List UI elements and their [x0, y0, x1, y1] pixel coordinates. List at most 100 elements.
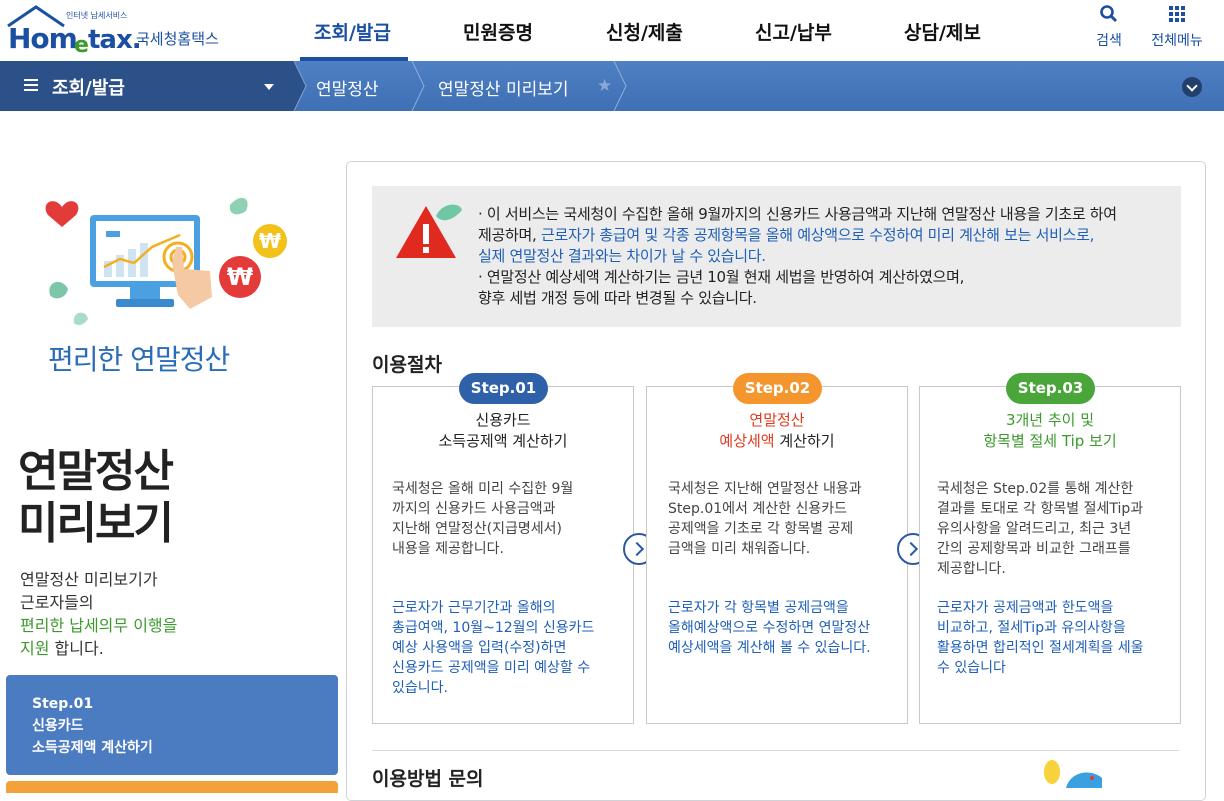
logo-small-text: 인터넷 납세서비스: [66, 10, 127, 20]
step-note-line: 비교하고, 절세Tip과 유의사항을: [937, 620, 1126, 636]
step02-link-button[interactable]: [6, 781, 338, 793]
desc-line: 연말정산 미리보기가: [20, 570, 158, 589]
step-note-line: 있습니다.: [392, 680, 448, 696]
step-title-line: 계산하기: [774, 432, 835, 450]
step03-note: 근로자가 공제금액과 한도액을 비교하고, 절세Tip과 유의사항을 활용하면 …: [937, 598, 1159, 678]
monitor-illustration: ₩ ₩: [45, 197, 287, 326]
top-header: 인터넷 납세서비스 Hom e tax. 국세청홈택스 조회/발급 민원증명 신…: [0, 0, 1224, 61]
nav-report-payment[interactable]: 신고/납부: [755, 18, 832, 45]
step-note-line: 예상 사용액을 입력(수정)하면: [392, 640, 567, 656]
step-body-line: Step.01에서 계산한 신용카드: [668, 501, 847, 517]
step-body-line: 제공합니다.: [937, 561, 1006, 577]
section-divider: [372, 750, 1179, 751]
svg-text:tax.: tax.: [88, 25, 141, 55]
step-button-line: 소득공제액 계산하기: [32, 740, 153, 756]
breadcrumb-separator-icon: [411, 61, 425, 111]
grid-menu-icon: [1169, 6, 1185, 22]
step-body-line: 공제액을 기초로 각 항목별 공제: [668, 521, 854, 537]
warning-icon: [396, 204, 462, 258]
desc-line: 합니다.: [49, 639, 104, 658]
step-note-line: 근로자가 각 항목별 공제금액을: [668, 600, 849, 616]
notice-line: 향후 세법 개정 등에 따라 변경될 수 있습니다.: [478, 289, 757, 307]
step-body-line: 내용을 제공합니다.: [392, 541, 504, 557]
step-body-line: 까지의 신용카드 사용금액과: [392, 501, 556, 517]
page-title: 연말정산 미리보기: [18, 446, 174, 550]
step-note-line: 근로자가 근무기간과 올해의: [392, 600, 556, 616]
step-title-line-highlight: 연말정산: [749, 411, 805, 429]
notice-line-highlight: 근로자가 총급여 및 각종 공제항목을 올해 예상액으로 수정하여 미리 계산해…: [540, 226, 1095, 244]
step01-note: 근로자가 근무기간과 올해의 총급여액, 10월~12월의 신용카드 예상 사용…: [392, 598, 608, 698]
step-note-line: 활용하면 합리적인 절세계획을 세울: [937, 640, 1144, 656]
step-note-line: 올해예상액으로 수정하면 연말정산: [668, 620, 871, 636]
nav-application[interactable]: 신청/제출: [606, 18, 683, 45]
location-menu-label: 조회/발급: [52, 78, 125, 99]
step-note-line: 근로자가 공제금액과 한도액을: [937, 600, 1114, 616]
step01-body: 국세청은 올해 미리 수집한 9월 까지의 신용카드 사용금액과 지난해 연말정…: [392, 479, 608, 559]
inquiry-illustration: [1044, 760, 1102, 788]
step-title-line-highlight: 항목별 절세 Tip 보기: [983, 432, 1117, 450]
location-menu-dropdown[interactable]: 조회/발급: [0, 61, 292, 111]
logo-name: 국세청홈택스: [136, 30, 219, 48]
location-bar: 조회/발급 연말정산 연말정산 미리보기 ★: [0, 61, 1224, 111]
step-title-line: 소득공제액 계산하기: [438, 432, 568, 450]
notice-line: · 연말정산 예상세액 계산하기는 금년 10월 현재 세법을 반영하여 계산하…: [478, 268, 965, 286]
search-icon: [1100, 5, 1118, 23]
step-body-line: 간의 공제항목과 비교한 그래프를: [937, 541, 1131, 557]
all-menu-label: 전체메뉴: [1151, 33, 1203, 49]
step-body-line: 국세청은 올해 미리 수집한 9월: [392, 481, 574, 497]
breadcrumb-year-end-settlement[interactable]: 연말정산: [316, 75, 379, 100]
step-button-line: 신용카드: [32, 718, 84, 734]
breadcrumb-separator-icon: [613, 61, 627, 111]
left-heading: 편리한 연말정산: [48, 343, 230, 376]
step03-badge: Step.03: [1006, 373, 1095, 404]
step01-title: 신용카드 소득공제액 계산하기: [372, 410, 634, 452]
step-note-line: 수 있습니다: [937, 660, 1006, 676]
step-note-line: 예상세액을 계산해 볼 수 있습니다.: [668, 640, 871, 656]
desc-line-highlight: 편리한 납세의무 이행을: [20, 616, 178, 635]
step-body-line: 지난해 연말정산(지급명세서): [392, 521, 562, 537]
hometax-logo[interactable]: 인터넷 납세서비스 Hom e tax. 국세청홈택스: [6, 4, 236, 56]
desc-line: 근로자들의: [20, 593, 94, 612]
step02-body: 국세청은 지난해 연말정산 내용과 Step.01에서 계산한 신용카드 공제액…: [668, 479, 880, 559]
step01-link-button[interactable]: Step.01 신용카드 소득공제액 계산하기: [6, 675, 338, 775]
step01-badge: Step.01: [459, 373, 548, 404]
notice-line: 제공하며,: [478, 226, 541, 244]
svg-text:₩: ₩: [227, 263, 254, 291]
step-body-line: 결과를 토대로 각 항목별 절세Tip과: [937, 501, 1144, 517]
step-body-line: 국세청은 지난해 연말정산 내용과: [668, 481, 862, 497]
inquiry-title: 이용방법 문의: [372, 768, 484, 790]
notice-line: · 이 서비스는 국세청이 수집한 올해 9월까지의 신용카드 사용금액과 지난…: [478, 205, 1117, 223]
step-title-line-highlight: 3개년 추이 및: [1005, 411, 1095, 429]
notice-line-highlight: 실제 연말정산 결과와는 차이가 날 수 있습니다.: [478, 247, 766, 265]
nav-consult-report[interactable]: 상담/제보: [904, 18, 981, 45]
favorite-star-icon[interactable]: ★: [597, 76, 612, 96]
svg-text:Hom: Hom: [8, 22, 77, 55]
step-title-line-highlight: 예상세액: [719, 432, 775, 450]
nav-civil-certificate[interactable]: 민원증명: [463, 18, 533, 45]
svg-text:₩: ₩: [259, 229, 281, 253]
nav-inquiry-issue[interactable]: 조회/발급: [314, 18, 391, 45]
search-button[interactable]: 검색: [1092, 4, 1126, 50]
step-button-line: Step.01: [32, 696, 94, 712]
breadcrumb-preview[interactable]: 연말정산 미리보기: [438, 75, 569, 100]
step-body-line: 유의사항을 알려드리고, 최근 3년: [937, 521, 1132, 537]
step-body-line: 국세청은 Step.02를 통해 계산한: [937, 481, 1134, 497]
svg-text:e: e: [74, 33, 89, 56]
step-title-line: 신용카드: [475, 411, 531, 429]
step02-title: 연말정산 예상세액 계산하기: [646, 410, 908, 452]
all-menu-button[interactable]: 전체메뉴: [1144, 4, 1210, 50]
expand-toggle-icon[interactable]: [1182, 77, 1202, 97]
search-label: 검색: [1096, 33, 1122, 49]
desc-line-highlight: 지원: [20, 639, 50, 658]
step02-note: 근로자가 각 항목별 공제금액을 올해예상액으로 수정하면 연말정산 예상세액을…: [668, 598, 884, 658]
step-body-line: 금액을 미리 채워줍니다.: [668, 541, 811, 557]
caret-down-icon: [264, 84, 274, 90]
procedure-title: 이용절차: [372, 354, 442, 376]
left-description: 연말정산 미리보기가 근로자들의 편리한 납세의무 이행을 지원 합니다.: [20, 568, 177, 660]
hamburger-icon: [24, 79, 38, 91]
step03-title: 3개년 추이 및 항목별 절세 Tip 보기: [919, 410, 1181, 452]
step-note-line: 신용카드 공제액을 미리 예상할 수: [392, 660, 591, 676]
step02-badge: Step.02: [733, 373, 822, 404]
page-title-line1: 연말정산: [18, 446, 174, 497]
step-note-line: 총급여액, 10월~12월의 신용카드: [392, 620, 595, 636]
